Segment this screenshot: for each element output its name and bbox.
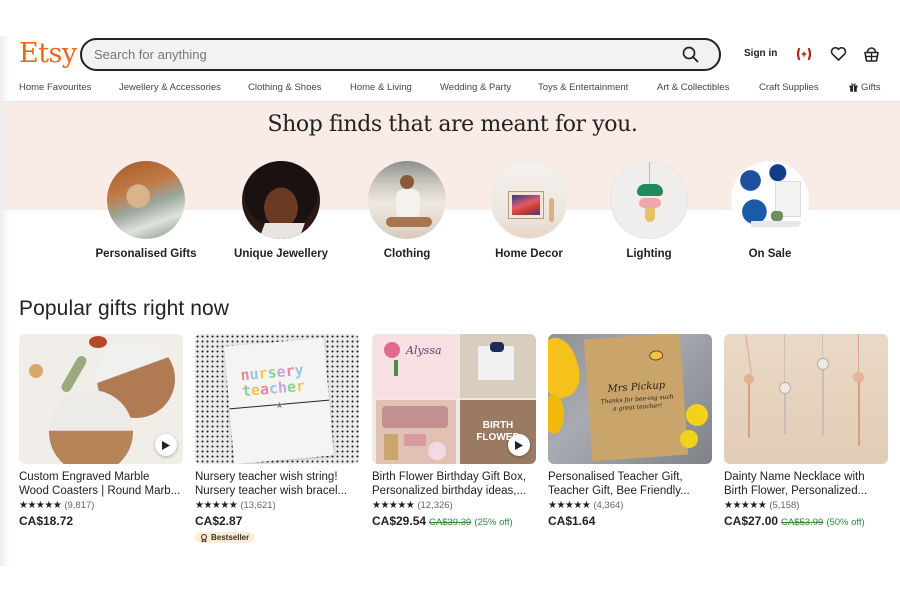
nav-item-gifts-label: Gifts (861, 82, 881, 93)
popular-gifts-heading: Popular gifts right now (19, 297, 230, 320)
product-card[interactable]: Mrs Pickup Thanks for bee-ing such a gre… (548, 334, 712, 528)
product-price: CA$18.72 (19, 514, 74, 528)
category-label: On Sale (748, 248, 792, 260)
canada-flag-icon (796, 47, 812, 61)
review-count: (9,817) (64, 500, 95, 511)
price-row: CA$1.64 (548, 514, 712, 528)
product-price: CA$27.00 (724, 514, 779, 528)
product-rating: ★★★★★ (12,326) (372, 499, 536, 512)
category-image-dog (107, 161, 185, 239)
basket-icon (863, 46, 879, 62)
nav-item-home-living[interactable]: Home & Living (350, 82, 412, 93)
nav-item-wedding-party[interactable]: Wedding & Party (440, 82, 511, 93)
product-image-name-necklaces (724, 334, 888, 464)
product-title[interactable]: Dainty Name Necklace with Birth Flower, … (724, 470, 888, 498)
category-label: Unique Jewellery (234, 248, 328, 260)
cart-button[interactable] (862, 45, 880, 63)
site-header: Etsy Sign in (0, 36, 900, 74)
category-personalised-gifts[interactable]: Personalised Gifts (81, 161, 211, 260)
category-label: Lighting (626, 248, 672, 260)
price-row: CA$18.72 (19, 514, 183, 528)
review-count: (13,621) (240, 500, 276, 511)
product-price: CA$2.87 (195, 514, 243, 528)
category-label: Clothing (383, 248, 431, 260)
play-icon (162, 440, 170, 450)
category-lighting[interactable]: Lighting (584, 161, 714, 260)
sign-in-link[interactable]: Sign in (744, 48, 777, 59)
search-bar[interactable] (80, 38, 721, 71)
star-rating-icon: ★★★★★ (19, 500, 62, 511)
product-image-birth-flower-box: Alyssa BIRTH FLOWER (372, 334, 536, 464)
original-price: CA$53.99 (781, 517, 824, 528)
region-button[interactable] (795, 45, 813, 63)
nav-item-toys-entertainment[interactable]: Toys & Entertainment (538, 82, 628, 93)
price-row: CA$2.87 (195, 514, 359, 528)
price-row: CA$27.00 CA$53.99 (50% off) (724, 514, 888, 528)
award-icon (201, 533, 207, 542)
star-rating-icon: ★★★★★ (195, 500, 238, 511)
gift-icon (849, 83, 858, 92)
nav-item-gifts[interactable]: Gifts (849, 82, 881, 93)
category-image-woman-jewellery (242, 161, 320, 239)
product-card[interactable]: Alyssa BIRTH FLOWER Birth Flower Birthday… (372, 334, 536, 528)
product-price: CA$29.54 (372, 514, 427, 528)
play-video-button[interactable] (508, 434, 530, 456)
product-rating: ★★★★★ (13,621) (195, 499, 359, 512)
product-title[interactable]: Birth Flower Birthday Gift Box, Personal… (372, 470, 536, 498)
hero-title: Shop finds that are meant for you. (267, 112, 638, 137)
category-image-on-sale (731, 161, 809, 239)
search-input[interactable] (94, 47, 673, 62)
nav-item-craft-supplies[interactable]: Craft Supplies (759, 82, 819, 93)
product-card[interactable]: nursery teacher ★ Nursery teacher wish s… (195, 334, 359, 547)
category-on-sale[interactable]: On Sale (705, 161, 835, 260)
product-price: CA$1.64 (548, 514, 596, 528)
search-button[interactable] (673, 41, 707, 69)
category-image-lighting (610, 161, 688, 239)
nav-item-art-collectibles[interactable]: Art & Collectibles (657, 82, 729, 93)
search-icon (682, 46, 698, 63)
category-label: Personalised Gifts (95, 248, 197, 260)
product-image-nursery-teacher: nursery teacher ★ (195, 334, 359, 464)
category-clothing[interactable]: Clothing (342, 161, 472, 260)
bestseller-badge: Bestseller (195, 532, 255, 543)
category-unique-jewellery[interactable]: Unique Jewellery (216, 161, 346, 260)
product-title[interactable]: Custom Engraved Marble Wood Coasters | R… (19, 470, 183, 498)
star-rating-icon: ★★★★★ (548, 500, 591, 511)
review-count: (12,326) (417, 500, 453, 511)
heart-icon (830, 47, 846, 61)
product-card[interactable]: Custom Engraved Marble Wood Coasters | R… (19, 334, 183, 528)
nav-item-home-favourites[interactable]: Home Favourites (19, 82, 91, 93)
price-row: CA$29.54 CA$39.39 (25% off) (372, 514, 536, 528)
discount-label: (50% off) (826, 517, 865, 528)
category-label: Home Decor (495, 248, 563, 260)
product-rating: ★★★★★ (4,364) (548, 499, 712, 512)
product-card[interactable]: Dainty Name Necklace with Birth Flower, … (724, 334, 888, 528)
page-edge-shadow (0, 36, 10, 566)
product-image-teacher-seed-packet: Mrs Pickup Thanks for bee-ing such a gre… (548, 334, 712, 464)
category-home-decor[interactable]: Home Decor (464, 161, 594, 260)
original-price: CA$39.39 (429, 517, 472, 528)
nav-item-clothing-shoes[interactable]: Clothing & Shoes (248, 82, 321, 93)
category-image-home-decor (490, 161, 568, 239)
favourites-button[interactable] (829, 45, 847, 63)
product-rating: ★★★★★ (5,158) (724, 499, 888, 512)
review-count: (5,158) (769, 500, 800, 511)
discount-label: (25% off) (474, 517, 513, 528)
star-rating-icon: ★★★★★ (372, 500, 415, 511)
product-title[interactable]: Nursery teacher wish string! Nursery tea… (195, 470, 359, 498)
product-rating: ★★★★★ (9,817) (19, 499, 183, 512)
product-image-marble-coasters (19, 334, 183, 464)
review-count: (4,364) (593, 500, 624, 511)
play-video-button[interactable] (155, 434, 177, 456)
category-nav: Home Favourites Jewellery & Accessories … (0, 82, 900, 102)
nav-item-jewellery-accessories[interactable]: Jewellery & Accessories (119, 82, 221, 93)
etsy-logo[interactable]: Etsy (19, 38, 77, 69)
category-image-clothing (368, 161, 446, 239)
play-icon (515, 440, 523, 450)
product-title[interactable]: Personalised Teacher Gift, Teacher Gift,… (548, 470, 712, 498)
star-rating-icon: ★★★★★ (724, 500, 767, 511)
